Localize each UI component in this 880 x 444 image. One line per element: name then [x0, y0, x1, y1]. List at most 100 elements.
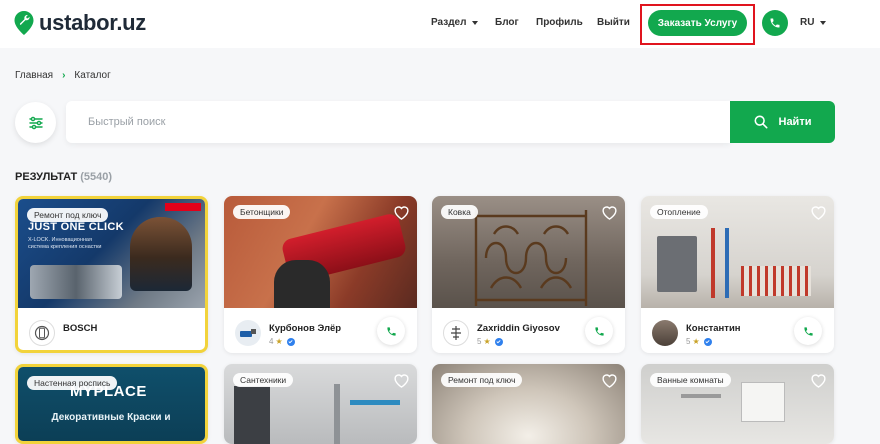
card-owner: BOSCH [18, 308, 205, 350]
site-header: ustabor.uz Раздел Блог Профиль Выйти Зак… [0, 0, 880, 48]
service-photo: Отопление [641, 196, 834, 308]
heart-icon[interactable] [393, 372, 410, 388]
nav-blog-link[interactable]: Блог [495, 17, 519, 28]
service-card[interactable]: Отопление Константин 5 ★ [641, 196, 834, 353]
ad-subtext: Декоративные Краски и [51, 412, 171, 423]
card-owner: Zaxriddin Giyosov 5 ★ [432, 308, 625, 353]
owner-name: Курбонов Элёр [269, 323, 342, 334]
pipe-horizontal [350, 400, 400, 405]
service-card[interactable]: JUST ONE CLICK X-LOCK. Инновационная сис… [15, 196, 208, 353]
call-button[interactable] [585, 317, 613, 345]
category-tag: Ванные комнаты [650, 373, 731, 387]
verified-check-icon [494, 337, 503, 346]
nav-section-dropdown[interactable]: Раздел [431, 17, 479, 28]
search-button[interactable]: Найти [730, 101, 835, 143]
breadcrumb-current: Каталог [74, 70, 111, 81]
avatar [443, 320, 469, 346]
breadcrumb: Главная › Каталог [15, 70, 111, 81]
grab-bar [681, 394, 721, 398]
logo[interactable]: ustabor.uz [14, 10, 146, 36]
phone-button[interactable] [762, 10, 788, 36]
rating-value: 5 [477, 337, 482, 346]
service-card[interactable]: Бетонщики Курбонов Элёр 4 ★ [224, 196, 417, 353]
avatar [235, 320, 261, 346]
language-label: RU [800, 17, 815, 28]
heart-icon[interactable] [810, 372, 827, 388]
owner-rating: 5 ★ [686, 337, 712, 346]
service-card[interactable]: Сантехники [224, 364, 417, 444]
language-selector[interactable]: RU [800, 17, 827, 28]
search-icon [754, 115, 767, 129]
results-heading: РЕЗУЛЬТАТ (5540) [15, 171, 112, 183]
service-photo: Сантехники [224, 364, 417, 444]
logo-text: ustabor.uz [39, 10, 147, 35]
rating-value: 4 [269, 337, 274, 346]
star-icon: ★ [483, 337, 491, 346]
phone-icon [770, 18, 780, 28]
nav-profile-link[interactable]: Профиль [536, 17, 583, 28]
nav-logout-link[interactable]: Выйти [597, 17, 630, 28]
service-photo: Бетонщики [224, 196, 417, 308]
filter-button[interactable] [15, 102, 56, 143]
heart-icon[interactable] [601, 204, 618, 220]
service-photo: Ковка [432, 196, 625, 308]
boiler-shape [657, 236, 697, 292]
results-count: (5540) [80, 171, 113, 183]
card-owner: Константин 5 ★ [641, 308, 834, 353]
heart-icon[interactable] [393, 204, 410, 220]
caret-down-icon [472, 20, 479, 25]
ad-headline: JUST ONE CLICK [28, 221, 124, 233]
phone-icon [594, 326, 604, 336]
tower-avatar-icon [451, 326, 461, 340]
star-icon: ★ [275, 337, 283, 346]
star-icon: ★ [692, 337, 700, 346]
results-label: РЕЗУЛЬТАТ [15, 171, 78, 183]
sliders-icon [28, 116, 43, 129]
caret-down-icon [820, 20, 827, 25]
service-card[interactable]: Ванные комнаты [641, 364, 834, 444]
service-card[interactable]: MYPLACE Декоративные Краски и Настенная … [15, 364, 208, 444]
mirror-cabinet [741, 382, 785, 422]
card-owner: Курбонов Элёр 4 ★ [224, 308, 417, 353]
worker-arm [274, 260, 330, 308]
owner-rating: 5 ★ [477, 337, 503, 346]
floor-heating [741, 266, 811, 296]
verified-check-icon [286, 337, 295, 346]
avatar [652, 320, 678, 346]
service-photo: Ремонт под ключ [432, 364, 625, 444]
owner-name: Zaxriddin Giyosov [477, 323, 560, 334]
boiler-tank [234, 386, 270, 444]
owner-name: Константин [686, 323, 741, 334]
phone-icon [386, 326, 396, 336]
search-input[interactable] [66, 101, 730, 143]
phone-icon [803, 326, 813, 336]
service-photo: JUST ONE CLICK X-LOCK. Инновационная сис… [18, 199, 205, 308]
heart-icon[interactable] [810, 204, 827, 220]
service-card[interactable]: Ковка Zaxriddin Giyosov 5 ★ [432, 196, 625, 353]
heart-icon[interactable] [601, 372, 618, 388]
category-tag: Ремонт под ключ [27, 208, 109, 222]
chevron-right-icon: › [62, 70, 66, 81]
pipe-vertical [334, 384, 340, 444]
wrought-iron-gate [474, 210, 588, 306]
wrench-pin-icon [14, 11, 34, 35]
owner-rating: 4 ★ [269, 337, 295, 346]
call-button[interactable] [377, 317, 405, 345]
tool-avatar-icon [240, 329, 256, 337]
category-tag: Сантехники [233, 373, 294, 387]
rating-value: 5 [686, 337, 691, 346]
pipe-red [711, 228, 715, 298]
bosch-brand-strip [165, 203, 201, 211]
search-button-label: Найти [778, 116, 812, 128]
nav-section-label: Раздел [431, 17, 467, 28]
tools-area [30, 265, 122, 299]
order-service-button[interactable]: Заказать Услугу [648, 10, 747, 36]
breadcrumb-home-link[interactable]: Главная [15, 70, 53, 81]
category-tag: Ковка [441, 205, 478, 219]
owner-name: BOSCH [63, 323, 98, 334]
bosch-logo-icon [34, 325, 50, 341]
service-card[interactable]: Ремонт под ключ [432, 364, 625, 444]
category-tag: Ремонт под ключ [441, 373, 523, 387]
call-button[interactable] [794, 317, 822, 345]
service-photo: Ванные комнаты [641, 364, 834, 444]
